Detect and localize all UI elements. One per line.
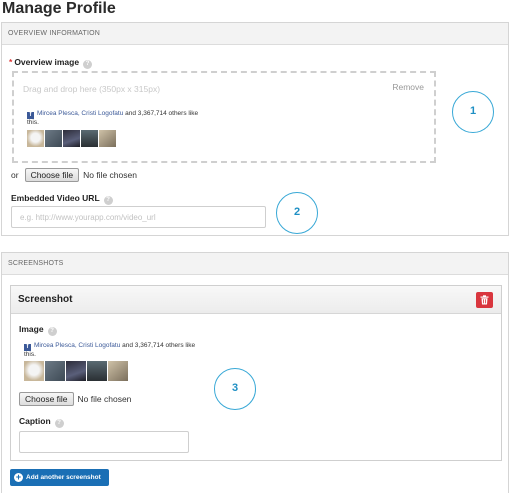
choose-file-button[interactable]: Choose file [19, 392, 74, 406]
callout-3: 3 [214, 368, 256, 410]
help-icon[interactable]: ? [83, 60, 93, 69]
friend-avatar[interactable] [27, 130, 44, 147]
screenshot-file-row: Choose file No file chosen [19, 392, 131, 406]
caption-input[interactable] [19, 431, 189, 453]
screenshot-card-header: Screenshot [11, 286, 501, 314]
help-icon[interactable]: ? [47, 327, 57, 336]
friend-avatar[interactable] [66, 361, 86, 381]
callout-1: 1 [452, 91, 494, 133]
delete-screenshot-button[interactable] [476, 292, 493, 308]
no-file-chosen-text: No file chosen [77, 394, 132, 404]
help-icon[interactable]: ? [54, 419, 64, 428]
facebook-like-text: f Mircea Plesca, Cristi Logofatu and 3,36… [24, 342, 200, 359]
overview-header: OVERVIEW INFORMATION [2, 23, 508, 45]
facebook-like-widget: f Mircea Plesca, Cristi Logofatu and 3,36… [27, 110, 202, 147]
screenshots-header: SCREENSHOTS [2, 253, 508, 275]
facebook-icon: f [24, 344, 31, 351]
friend-avatar[interactable] [87, 361, 107, 381]
no-file-chosen-text: No file chosen [83, 170, 137, 180]
overview-image-dropzone[interactable]: Drag and drop here (350px x 315px) Remov… [12, 71, 436, 163]
dropzone-text: Drag and drop here (350px x 315px) [23, 84, 161, 94]
friend-avatar[interactable] [99, 130, 116, 147]
video-url-label: Embedded Video URL? [11, 193, 113, 205]
or-label: or [11, 170, 19, 180]
facebook-icon: f [27, 112, 34, 119]
required-marker: * [9, 57, 13, 67]
callout-2: 2 [276, 192, 318, 234]
plus-circle-icon: + [14, 472, 23, 482]
caption-label: Caption? [19, 416, 64, 428]
friend-avatar[interactable] [63, 130, 80, 147]
overview-image-label-text: Overview image [14, 57, 80, 67]
screenshot-image-label: Image? [19, 324, 57, 336]
video-url-input[interactable] [11, 206, 266, 228]
screenshot-image-preview: f Mircea Plesca, Cristi Logofatu and 3,36… [19, 340, 205, 384]
screenshot-card-title: Screenshot [18, 294, 73, 305]
page-title: Manage Profile [2, 0, 116, 17]
facebook-friend-names[interactable]: Mircea Plesca, Cristi Logofatu [37, 110, 123, 117]
help-icon[interactable]: ? [103, 196, 113, 205]
screenshot-image-label-text: Image [19, 324, 44, 334]
caption-label-text: Caption [19, 416, 51, 426]
overview-panel: OVERVIEW INFORMATION * Overview image? Dr… [1, 22, 509, 236]
friend-avatar[interactable] [45, 361, 65, 381]
friend-avatar[interactable] [24, 361, 44, 381]
choose-file-button[interactable]: Choose file [24, 168, 80, 182]
add-another-screenshot-button[interactable]: + Add another screenshot [10, 469, 109, 486]
facebook-like-text: f Mircea Plesca, Cristi Logofatu and 3,36… [27, 110, 202, 127]
remove-image-link[interactable]: Remove [392, 82, 424, 92]
facebook-faces [27, 130, 202, 147]
friend-avatar[interactable] [108, 361, 128, 381]
friend-avatar[interactable] [81, 130, 98, 147]
facebook-friend-names[interactable]: Mircea Plesca, Cristi Logofatu [34, 342, 120, 349]
overview-file-row: or Choose file No file chosen [11, 168, 137, 182]
facebook-faces [24, 361, 200, 381]
trash-icon [480, 295, 489, 305]
friend-avatar[interactable] [45, 130, 62, 147]
video-url-label-text: Embedded Video URL [11, 193, 100, 203]
screenshot-card: Screenshot Image? f Mircea Plesca, Cristi… [10, 285, 502, 461]
overview-image-label: * Overview image? [9, 57, 93, 69]
add-another-screenshot-label: Add another screenshot [26, 474, 101, 481]
